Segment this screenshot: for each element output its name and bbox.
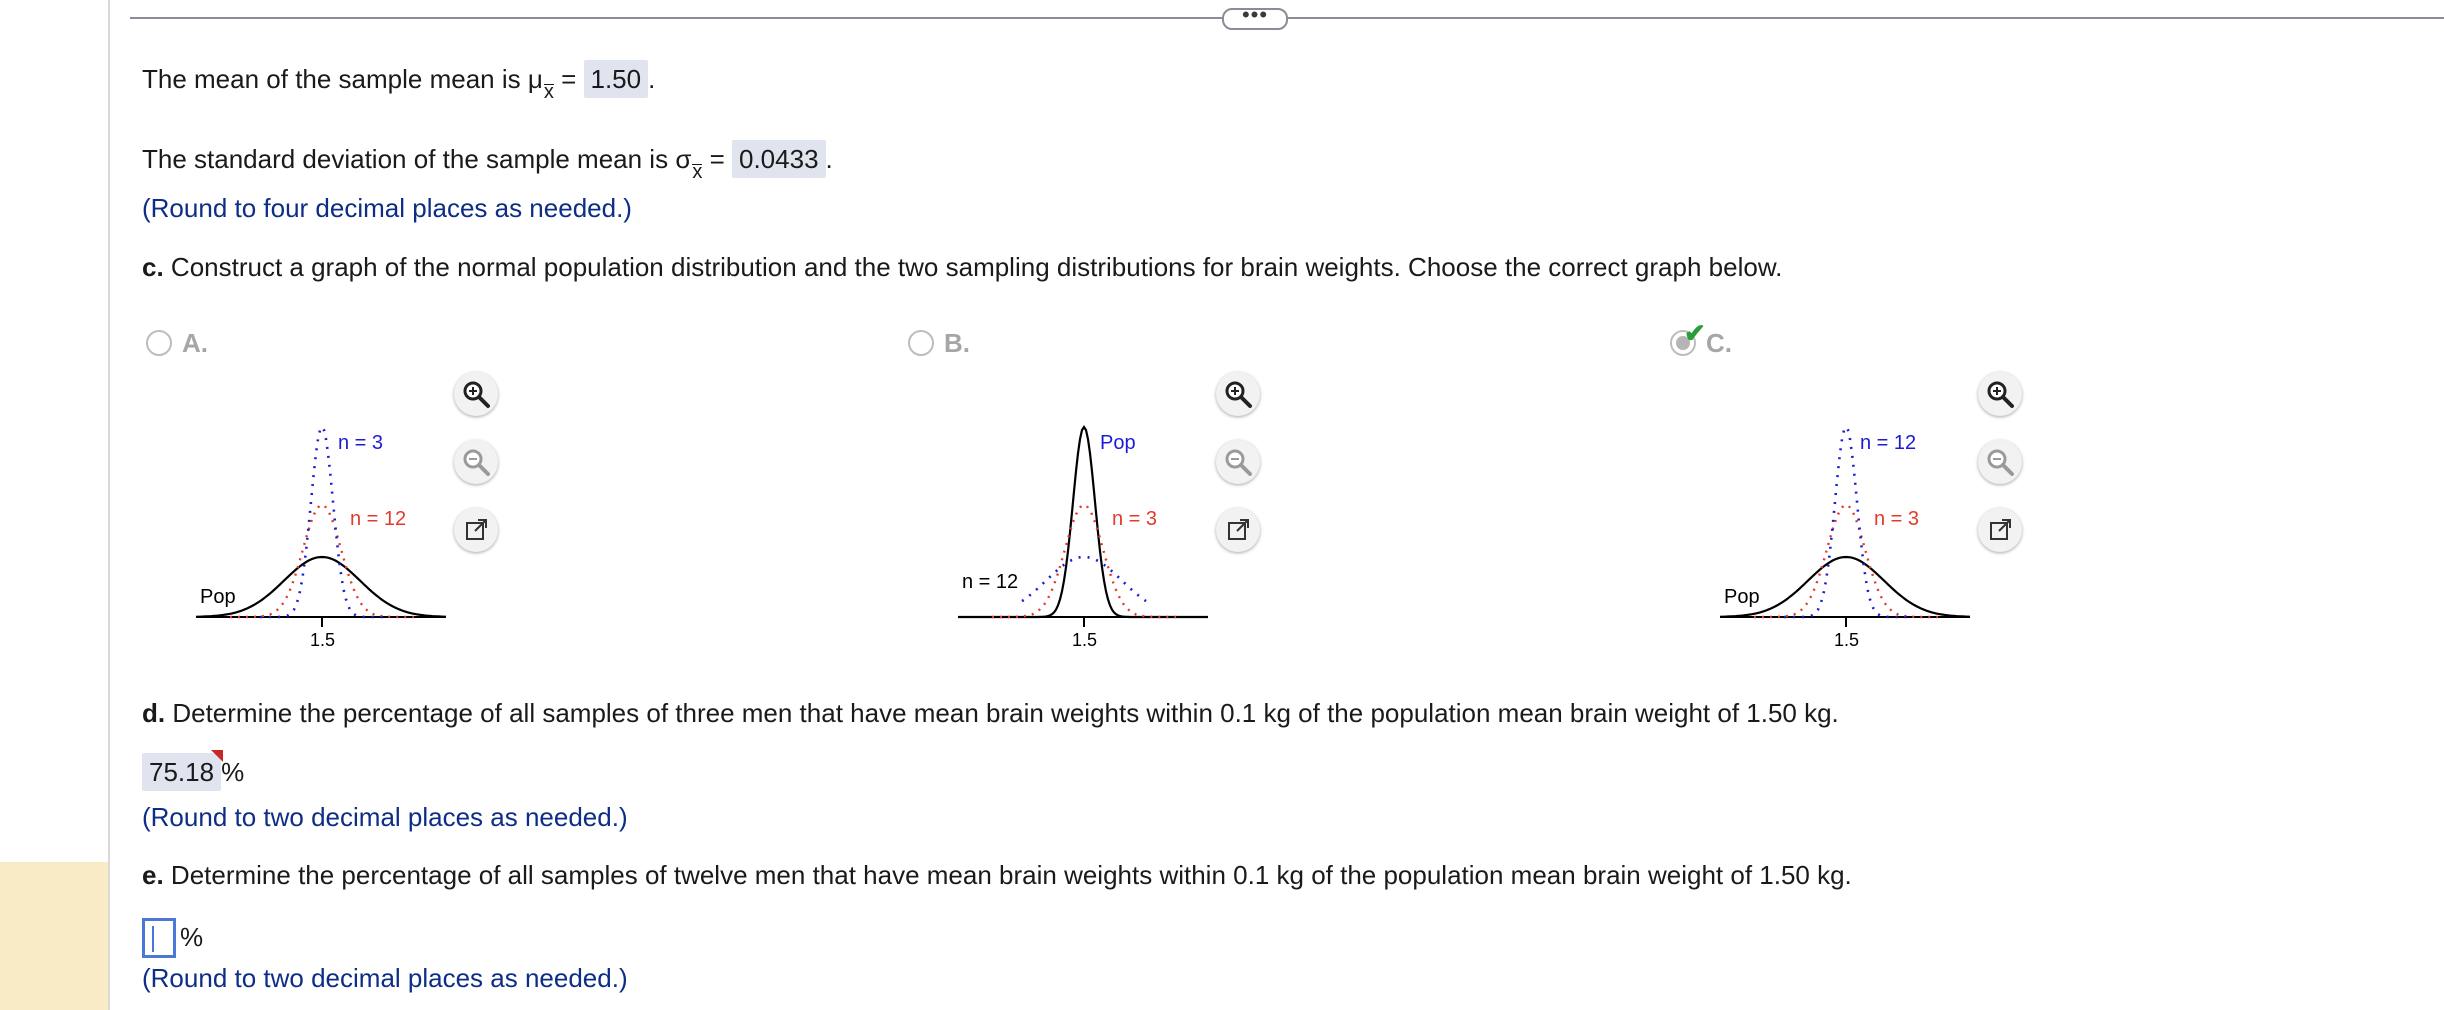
option-c-label: C. bbox=[1706, 328, 1732, 358]
graph-a-wide-label: Pop bbox=[200, 586, 236, 608]
mean-line: The mean of the sample mean is μx = 1.50… bbox=[142, 60, 656, 102]
graph-b-wide-label: n = 12 bbox=[962, 571, 1018, 593]
graph-b-zoom-out-button[interactable] bbox=[1216, 440, 1260, 484]
zoom-out-icon bbox=[1225, 449, 1252, 476]
zoom-out-icon bbox=[1987, 449, 2014, 476]
popout-icon bbox=[1990, 519, 2011, 540]
zoom-in-icon bbox=[1987, 381, 2014, 408]
option-a[interactable]: A. bbox=[146, 328, 208, 359]
popout-icon bbox=[466, 519, 487, 540]
part-d-text: Determine the percentage of all samples … bbox=[165, 698, 1839, 728]
current-part-highlight bbox=[0, 862, 108, 1010]
round-two-hint-d: (Round to two decimal places as needed.) bbox=[142, 802, 628, 832]
more-options-button[interactable]: ••• bbox=[1222, 4, 1288, 30]
zoom-out-icon bbox=[463, 449, 490, 476]
graph-c-tick-label: 1.5 bbox=[1834, 630, 1859, 650]
part-e-label: e. bbox=[142, 860, 164, 890]
part-e-text: Determine the percentage of all samples … bbox=[163, 860, 1852, 890]
graph-b-tall-label: Pop bbox=[1100, 432, 1136, 454]
graph-b-tall-curve bbox=[1021, 555, 1147, 603]
incorrect-flag-icon bbox=[211, 750, 224, 762]
mean-answer[interactable]: 1.50 bbox=[583, 60, 649, 98]
graph-a-zoom-out-button[interactable] bbox=[454, 440, 498, 484]
option-a-radio[interactable] bbox=[146, 330, 172, 356]
mu-subscript: x bbox=[543, 81, 554, 103]
graph-c-mid-label: n = 3 bbox=[1874, 508, 1919, 530]
part-d-label: d. bbox=[142, 698, 166, 728]
zoom-in-icon bbox=[463, 381, 490, 408]
graph-a: n = 3 n = 12 Pop 1.5 bbox=[195, 424, 446, 650]
part-c-prompt: c. Construct a graph of the normal popul… bbox=[142, 252, 1782, 283]
sigma-symbol: σx bbox=[675, 144, 703, 182]
graph-c-popout-button[interactable] bbox=[1978, 508, 2022, 552]
graph-a-popout-button[interactable] bbox=[454, 508, 498, 552]
left-gutter bbox=[0, 0, 110, 1010]
sigma-char: σ bbox=[675, 144, 692, 174]
graph-c-tall-label: n = 12 bbox=[1860, 432, 1916, 454]
answer-e-input[interactable] bbox=[142, 918, 176, 958]
sd-period: . bbox=[825, 144, 833, 174]
answer-d-value[interactable]: 75.18 bbox=[142, 750, 224, 791]
option-c[interactable]: ✔ C. bbox=[1670, 318, 1732, 359]
graph-c-wide-label: Pop bbox=[1724, 586, 1760, 608]
graph-a-tall-label: n = 3 bbox=[338, 432, 383, 454]
sd-answer[interactable]: 0.0433 bbox=[732, 140, 826, 178]
sd-prefix: The standard deviation of the sample mea… bbox=[142, 144, 676, 174]
answer-d-unit: % bbox=[221, 757, 245, 787]
option-a-label: A. bbox=[182, 328, 208, 358]
sd-line: The standard deviation of the sample mea… bbox=[142, 140, 833, 182]
graph-b: Pop n = 3 n = 12 1.5 bbox=[958, 424, 1208, 650]
popout-icon bbox=[1228, 519, 1249, 540]
graph-a-mid-label: n = 12 bbox=[350, 508, 406, 530]
mean-period: . bbox=[648, 64, 656, 94]
graph-b-zoom-in-button[interactable] bbox=[1216, 372, 1260, 416]
answer-d-row: 75.18% bbox=[142, 750, 245, 791]
part-c-text: Construct a graph of the normal populati… bbox=[163, 252, 1783, 282]
correct-check-icon: ✔ bbox=[1684, 318, 1706, 348]
option-b[interactable]: B. bbox=[908, 328, 970, 359]
mu-char: μ bbox=[527, 64, 543, 94]
graph-b-mid-label: n = 3 bbox=[1112, 508, 1157, 530]
round-four-hint: (Round to four decimal places as needed.… bbox=[142, 193, 632, 223]
graph-c: n = 12 n = 3 Pop 1.5 bbox=[1719, 424, 1970, 650]
text-caret bbox=[152, 926, 154, 952]
part-d-prompt: d. Determine the percentage of all sampl… bbox=[142, 698, 1839, 729]
graph-a-zoom-in-button[interactable] bbox=[454, 372, 498, 416]
graph-b-popout-button[interactable] bbox=[1216, 508, 1260, 552]
round-two-hint-e: (Round to two decimal places as needed.) bbox=[142, 963, 628, 993]
mean-equals: = bbox=[553, 64, 584, 94]
mean-prefix: The mean of the sample mean is bbox=[142, 64, 528, 94]
option-b-label: B. bbox=[944, 328, 970, 358]
answer-d-text: 75.18 bbox=[149, 757, 215, 787]
part-c-label: c. bbox=[142, 252, 164, 282]
mu-symbol: μx bbox=[527, 64, 554, 102]
option-b-radio[interactable] bbox=[908, 330, 934, 356]
part-e-prompt: e. Determine the percentage of all sampl… bbox=[142, 860, 1852, 891]
answer-e-unit: % bbox=[180, 922, 204, 952]
sigma-subscript: x bbox=[692, 161, 703, 183]
zoom-in-icon bbox=[1225, 381, 1252, 408]
graph-a-tick-label: 1.5 bbox=[310, 630, 335, 650]
graph-b-tick-label: 1.5 bbox=[1072, 630, 1097, 650]
graph-c-zoom-out-button[interactable] bbox=[1978, 440, 2022, 484]
sd-equals: = bbox=[702, 144, 732, 174]
graph-c-zoom-in-button[interactable] bbox=[1978, 372, 2022, 416]
